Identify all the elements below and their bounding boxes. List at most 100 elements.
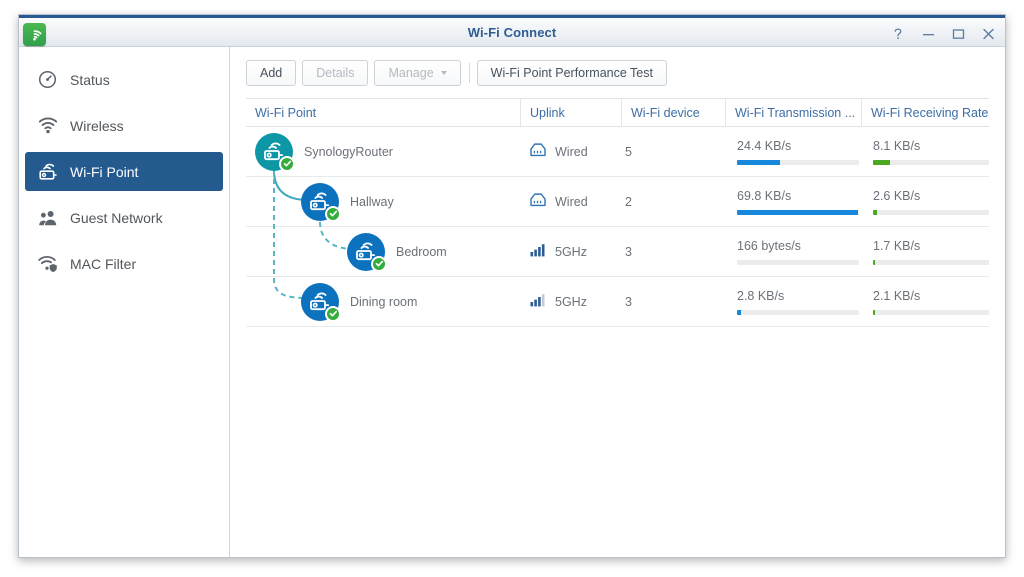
cell-receiving-rate: 2.1 KB/s xyxy=(862,277,989,326)
cell-wifi-point: SynologyRouter xyxy=(246,127,521,176)
toolbar: Add Details Manage Wi-Fi Point Performan… xyxy=(246,60,989,86)
sidebar-item-label: Wireless xyxy=(70,117,124,134)
close-icon xyxy=(983,28,994,40)
receiving-rate-value: 2.1 KB/s xyxy=(873,288,921,303)
window-title: Wi-Fi Connect xyxy=(467,24,557,40)
transmission-rate-value: 69.8 KB/s xyxy=(737,188,792,203)
window-controls xyxy=(890,18,997,50)
uplink-label: 5GHz xyxy=(555,244,587,259)
speedometer-icon xyxy=(37,69,58,90)
receiving-rate-bar xyxy=(873,309,989,315)
signal-bars-icon xyxy=(530,243,546,260)
receiving-rate-value: 1.7 KB/s xyxy=(873,238,921,253)
ethernet-icon xyxy=(530,193,546,210)
sidebar-item-label: Guest Network xyxy=(70,209,163,226)
sidebar-item-status[interactable]: Status xyxy=(25,60,223,99)
uplink-label: Wired xyxy=(555,144,588,159)
wifi-point-node: Bedroom xyxy=(347,232,447,272)
column-header-wifi-point[interactable]: Wi-Fi Point xyxy=(246,99,521,126)
cell-wifi-device-count: 3 xyxy=(625,294,632,309)
sidebar: Status Wireless Wi-Fi Point Guest Networ… xyxy=(19,47,230,557)
sidebar-item-mac-filter[interactable]: MAC Filter xyxy=(25,244,223,283)
chevron-down-icon xyxy=(440,71,447,75)
wifi-connect-window: Wi-Fi Connect Status Wireless Wi-Fi Poin… xyxy=(18,14,1006,558)
cell-wifi-point: Hallway xyxy=(246,177,521,226)
cell-transmission-rate: 24.4 KB/s xyxy=(726,127,862,176)
cell-receiving-rate: 2.6 KB/s xyxy=(862,177,989,226)
wifi-point-name: Bedroom xyxy=(396,244,447,259)
manage-button[interactable]: Manage xyxy=(374,60,461,86)
receiving-rate-value: 2.6 KB/s xyxy=(873,188,921,203)
close-button[interactable] xyxy=(980,26,997,43)
status-badge-connected xyxy=(325,305,341,322)
help-button[interactable] xyxy=(890,26,907,43)
transmission-rate-bar-fill xyxy=(737,309,741,315)
maximize-icon xyxy=(952,29,965,39)
uplink-label: Wired xyxy=(555,194,588,209)
sidebar-item-label: Status xyxy=(70,71,110,88)
receiving-rate-bar-fill xyxy=(873,309,876,315)
wifi-point-performance-test-button[interactable]: Wi-Fi Point Performance Test xyxy=(476,60,667,86)
wifi-shield-icon xyxy=(37,253,58,274)
sidebar-item-label: Wi-Fi Point xyxy=(70,163,139,180)
receiving-rate-bar xyxy=(873,259,989,265)
transmission-rate-bar xyxy=(737,309,859,315)
column-header-wifi-device[interactable]: Wi-Fi device xyxy=(622,99,726,126)
table-row[interactable]: Dining room 5GHz 3 2.8 KB/s 2.1 KB/s xyxy=(246,277,989,327)
table-row[interactable]: SynologyRouter Wired 5 24.4 KB/s 8.1 KB/… xyxy=(246,127,989,177)
table-header-row: Wi-Fi Point Uplink Wi-Fi device Wi-Fi Tr… xyxy=(246,98,989,127)
node-badge xyxy=(347,232,387,272)
transmission-rate-bar-fill xyxy=(737,209,858,215)
node-badge xyxy=(301,282,341,322)
help-icon xyxy=(894,28,902,39)
receiving-rate-bar-fill xyxy=(873,159,891,165)
cell-receiving-rate: 8.1 KB/s xyxy=(862,127,989,176)
cell-uplink: 5GHz xyxy=(521,227,622,276)
cell-wifi-device-count: 5 xyxy=(625,144,632,159)
wifi-point-name: SynologyRouter xyxy=(304,144,393,159)
router-icon xyxy=(37,161,58,182)
column-header-uplink[interactable]: Uplink xyxy=(521,99,622,126)
cell-transmission-rate: 166 bytes/s xyxy=(726,227,862,276)
cell-wifi-device-count: 2 xyxy=(625,194,632,209)
sidebar-item-label: MAC Filter xyxy=(70,255,137,272)
cell-receiving-rate: 1.7 KB/s xyxy=(862,227,989,276)
sidebar-item-wireless[interactable]: Wireless xyxy=(25,106,223,145)
wifi-point-name: Hallway xyxy=(350,194,394,209)
wifi-point-node: Dining room xyxy=(301,282,418,322)
receiving-rate-bar xyxy=(873,209,989,215)
status-badge-connected xyxy=(325,205,341,222)
sidebar-item-wi-fi-point[interactable]: Wi-Fi Point xyxy=(25,152,223,191)
receiving-rate-bar-fill xyxy=(873,259,876,265)
table-row[interactable]: Bedroom 5GHz 3 166 bytes/s 1.7 KB/s xyxy=(246,227,989,277)
users-icon xyxy=(37,207,58,228)
manage-button-label: Manage xyxy=(388,66,434,80)
wifi-point-table: Wi-Fi Point Uplink Wi-Fi device Wi-Fi Tr… xyxy=(246,98,989,327)
wifi-point-node: Hallway xyxy=(301,182,394,222)
add-button[interactable]: Add xyxy=(246,60,297,86)
sidebar-item-guest-network[interactable]: Guest Network xyxy=(25,198,223,237)
node-badge xyxy=(255,132,295,172)
transmission-rate-value: 166 bytes/s xyxy=(737,238,801,253)
table-row[interactable]: Hallway Wired 2 69.8 KB/s 2.6 KB/s xyxy=(246,177,989,227)
title-bar: Wi-Fi Connect xyxy=(19,15,1005,47)
transmission-rate-value: 2.8 KB/s xyxy=(737,288,785,303)
column-header-receiving-rate[interactable]: Wi-Fi Receiving Rate xyxy=(862,99,989,126)
cell-transmission-rate: 2.8 KB/s xyxy=(726,277,862,326)
wifi-point-name: Dining room xyxy=(350,294,418,309)
transmission-rate-bar xyxy=(737,159,859,165)
minimize-icon xyxy=(923,34,934,36)
details-button[interactable]: Details xyxy=(302,60,369,86)
transmission-rate-value: 24.4 KB/s xyxy=(737,138,792,153)
cell-wifi-point: Bedroom xyxy=(246,227,521,276)
minimize-button[interactable] xyxy=(920,26,937,43)
transmission-rate-bar-fill xyxy=(737,159,780,165)
wifi-point-node: SynologyRouter xyxy=(255,132,393,172)
status-badge-connected xyxy=(371,255,387,272)
column-header-transmission[interactable]: Wi-Fi Transmission ... xyxy=(726,99,862,126)
table-body: SynologyRouter Wired 5 24.4 KB/s 8.1 KB/… xyxy=(246,127,989,327)
toolbar-separator xyxy=(468,63,470,83)
transmission-rate-bar xyxy=(737,259,859,265)
maximize-button[interactable] xyxy=(950,26,967,43)
ethernet-icon xyxy=(530,143,546,160)
